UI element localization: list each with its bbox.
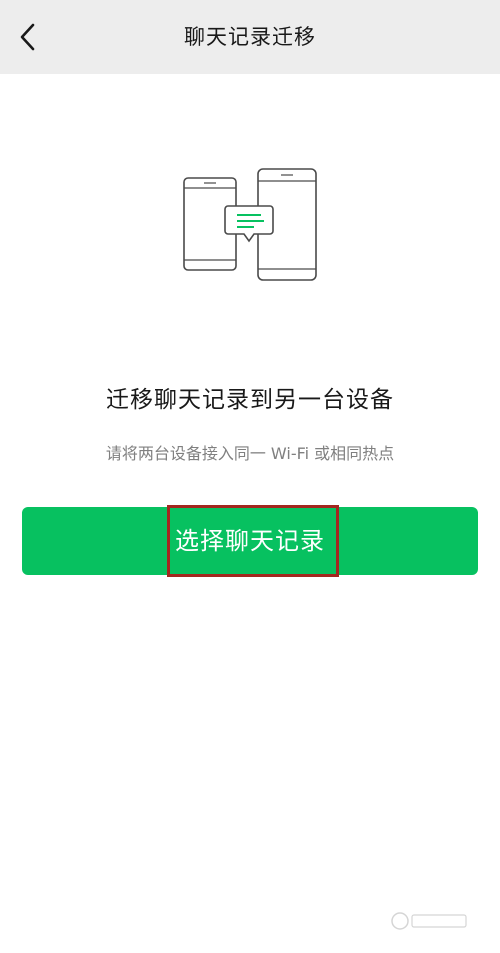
baidu-jingyan-watermark [390,909,470,933]
select-chat-history-button[interactable]: 选择聊天记录 [22,505,478,577]
phones-transfer-icon [178,166,322,284]
page-title: 聊天记录迁移 [184,25,316,49]
select-chat-history-label: 选择聊天记录 [175,527,325,555]
navigation-bar: 聊天记录迁移 [0,0,500,74]
migration-headline: 迁移聊天记录到另一台设备 [106,387,394,413]
wifi-hint-text: 请将两台设备接入同一 Wi-Fi 或相同热点 [105,444,395,463]
